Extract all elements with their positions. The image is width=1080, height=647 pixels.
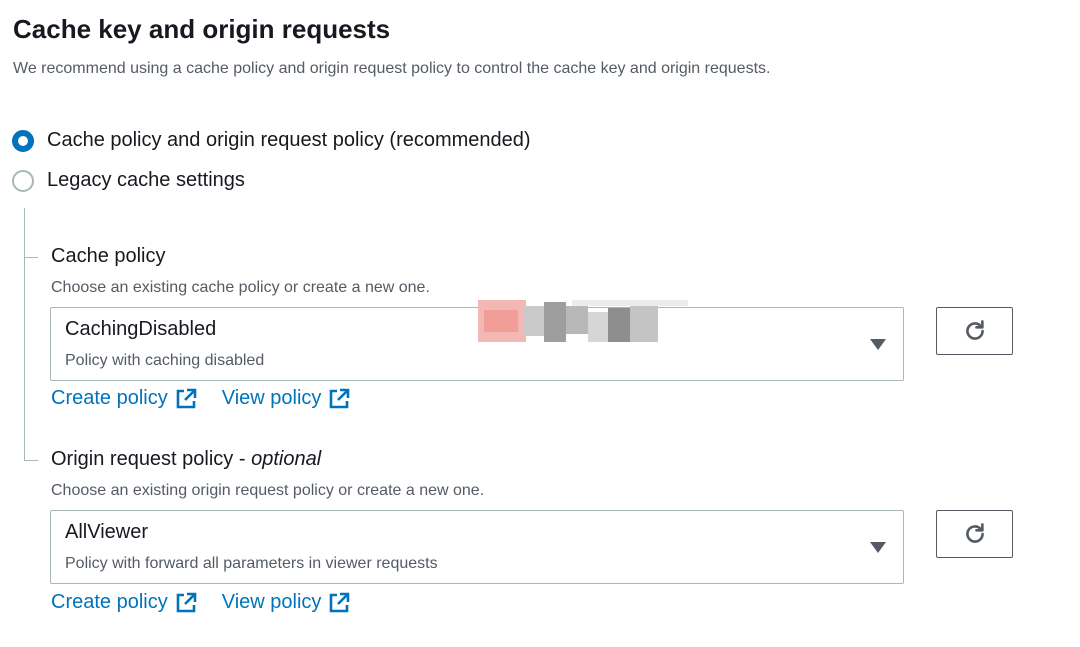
cache-policy-label: Cache policy bbox=[51, 245, 166, 267]
tree-branch-origin-policy bbox=[24, 460, 38, 461]
create-cache-policy-link-label: Create policy bbox=[51, 387, 168, 409]
cache-policy-selected-value: CachingDisabled bbox=[65, 318, 217, 340]
cache-settings-panel: Cache key and origin requests We recomme… bbox=[0, 0, 1080, 647]
create-origin-request-policy-link[interactable]: Create policy bbox=[51, 591, 197, 614]
origin-request-policy-select[interactable]: AllViewer Policy with forward all parame… bbox=[50, 510, 904, 584]
redacted-area bbox=[478, 296, 688, 346]
create-cache-policy-link[interactable]: Create policy bbox=[51, 387, 197, 410]
external-link-icon bbox=[328, 592, 350, 614]
origin-request-policy-links: Create policy View policy bbox=[51, 591, 375, 614]
cache-policy-description: Choose an existing cache policy or creat… bbox=[51, 279, 430, 296]
view-cache-policy-link-label: View policy bbox=[221, 387, 322, 409]
origin-request-policy-refresh-button[interactable] bbox=[936, 510, 1013, 558]
optional-tag: optional bbox=[251, 448, 322, 470]
origin-request-policy-selected-description: Policy with forward all parameters in vi… bbox=[65, 555, 438, 572]
origin-request-policy-label: Origin request policy - optional bbox=[51, 448, 321, 471]
refresh-icon bbox=[965, 320, 984, 340]
radio-unchecked-icon[interactable] bbox=[12, 169, 34, 192]
radio-option-recommended[interactable]: Cache policy and origin request policy (… bbox=[12, 129, 531, 152]
section-description: We recommend using a cache policy and or… bbox=[13, 60, 771, 77]
radio-label-legacy: Legacy cache settings bbox=[47, 169, 245, 191]
origin-request-policy-label-text: Origin request policy - bbox=[51, 448, 252, 470]
external-link-icon bbox=[175, 388, 197, 410]
create-origin-request-policy-link-label: Create policy bbox=[51, 591, 168, 613]
cache-policy-refresh-button[interactable] bbox=[936, 307, 1013, 355]
view-origin-request-policy-link-label: View policy bbox=[221, 591, 322, 613]
external-link-icon bbox=[328, 388, 350, 410]
caret-down-icon bbox=[870, 339, 886, 350]
external-link-icon bbox=[175, 592, 197, 614]
cache-policy-selected-description: Policy with caching disabled bbox=[65, 352, 265, 369]
section-title: Cache key and origin requests bbox=[13, 14, 391, 44]
refresh-icon bbox=[965, 523, 984, 543]
cache-policy-select[interactable]: CachingDisabled Policy with caching disa… bbox=[50, 307, 904, 381]
cache-policy-links: Create policy View policy bbox=[51, 387, 375, 410]
caret-down-icon bbox=[870, 542, 886, 553]
view-origin-request-policy-link[interactable]: View policy bbox=[222, 591, 351, 614]
view-cache-policy-link[interactable]: View policy bbox=[222, 387, 351, 410]
radio-checked-icon[interactable] bbox=[12, 129, 34, 152]
origin-request-policy-description: Choose an existing origin request policy… bbox=[51, 482, 485, 499]
tree-branch-cache-policy bbox=[24, 257, 38, 258]
radio-label-recommended: Cache policy and origin request policy (… bbox=[47, 129, 531, 151]
origin-request-policy-selected-value: AllViewer bbox=[65, 521, 148, 543]
radio-option-legacy[interactable]: Legacy cache settings bbox=[12, 169, 245, 192]
tree-connector-line bbox=[24, 208, 25, 460]
